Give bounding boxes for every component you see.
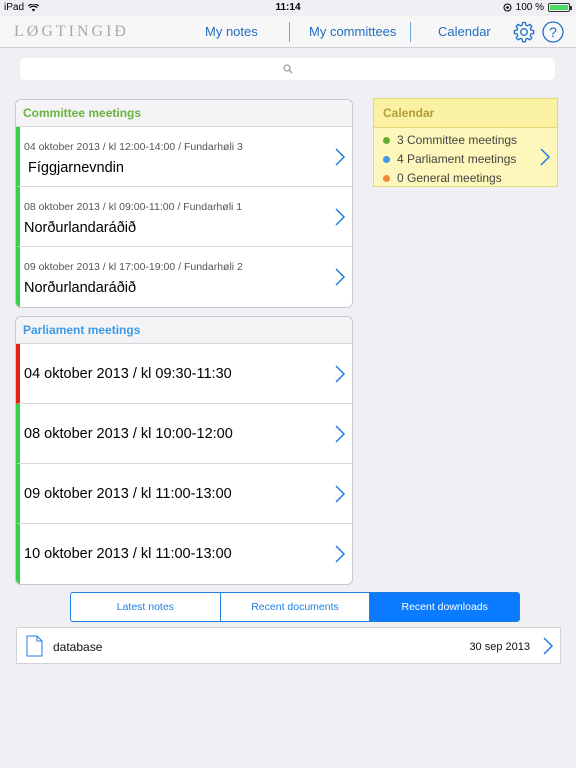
chevron-right-icon <box>335 365 346 383</box>
calendar-parliament-count: 4 Parliament meetings <box>383 152 516 166</box>
download-file-name: database <box>53 640 103 654</box>
green-dot-icon <box>383 136 390 144</box>
chevron-right-icon <box>335 208 346 226</box>
calendar-summary-title: Calendar <box>374 99 557 128</box>
chevron-right-icon <box>335 148 346 166</box>
committee-name: Fíggjarnevndin <box>28 160 124 176</box>
parliament-meeting-time: 08 oktober 2013 / kl 10:00-12:00 <box>24 426 233 442</box>
download-row[interactable]: database 30 sep 2013 <box>16 627 561 664</box>
committee-meeting-row[interactable]: 08 oktober 2013 / kl 09:00-11:00 / Funda… <box>16 187 352 247</box>
committee-name: Norðurlandaráðið <box>24 220 137 236</box>
meeting-meta: 08 oktober 2013 / kl 09:00-11:00 / Funda… <box>24 201 243 213</box>
committee-name: Norðurlandaráðið <box>24 280 137 296</box>
chevron-right-icon <box>335 268 346 286</box>
recent-segmented-control: Latest notes Recent documents Recent dow… <box>70 592 520 622</box>
calendar-line-text: 4 Parliament meetings <box>397 152 517 166</box>
chevron-right-icon <box>335 425 346 443</box>
search-input[interactable] <box>20 58 555 80</box>
download-date: 30 sep 2013 <box>469 641 530 653</box>
chevron-right-icon <box>335 545 346 563</box>
parliament-meeting-time: 04 oktober 2013 / kl 09:30-11:30 <box>24 366 232 382</box>
calendar-general-count: 0 General meetings <box>383 171 502 185</box>
parliament-meetings-panel: Parliament meetings 04 oktober 2013 / kl… <box>15 316 353 585</box>
my-committees-link[interactable]: My committees <box>309 24 396 39</box>
document-icon <box>26 635 43 657</box>
clock: 11:14 <box>275 2 301 13</box>
status-bar: iPad 11:14 100 % <box>0 0 576 16</box>
nav-divider <box>289 22 290 42</box>
meeting-meta: 04 oktober 2013 / kl 12:00-14:00 / Funda… <box>24 141 243 153</box>
calendar-summary-panel[interactable]: Calendar 3 Committee meetings 4 Parliame… <box>373 98 558 187</box>
committee-meetings-title: Committee meetings <box>16 100 352 127</box>
chevron-right-icon <box>335 485 346 503</box>
battery-icon <box>548 3 572 12</box>
search-icon <box>282 64 292 74</box>
parliament-meeting-row[interactable]: 09 oktober 2013 / kl 11:00-13:00 <box>16 464 352 524</box>
committee-meeting-row[interactable]: 04 oktober 2013 / kl 12:00-14:00 / Funda… <box>16 127 352 187</box>
parliament-meeting-row[interactable]: 04 oktober 2013 / kl 09:30-11:30 <box>16 344 352 404</box>
parliament-meeting-time: 09 oktober 2013 / kl 11:00-13:00 <box>24 486 232 502</box>
orange-dot-icon <box>383 174 390 182</box>
committee-meetings-panel: Committee meetings 04 oktober 2013 / kl … <box>15 99 353 308</box>
location-icon <box>503 3 512 12</box>
calendar-line-text: 3 Committee meetings <box>397 133 518 147</box>
parliament-meeting-row[interactable]: 10 oktober 2013 / kl 11:00-13:00 <box>16 524 352 584</box>
chevron-right-icon <box>543 637 554 655</box>
calendar-line-text: 0 General meetings <box>397 171 502 185</box>
nav-bar: LØGTINGIÐ My notes My committees Calenda… <box>0 16 576 48</box>
tab-latest-notes[interactable]: Latest notes <box>71 593 221 621</box>
gear-icon[interactable] <box>512 20 536 44</box>
committee-meeting-row[interactable]: 09 oktober 2013 / kl 17:00-19:00 / Funda… <box>16 247 352 307</box>
meeting-meta: 09 oktober 2013 / kl 17:00-19:00 / Funda… <box>24 261 243 273</box>
my-notes-link[interactable]: My notes <box>205 24 258 39</box>
app-logo: LØGTINGIÐ <box>14 23 129 40</box>
tab-recent-downloads[interactable]: Recent downloads <box>370 593 519 621</box>
help-icon[interactable]: ? <box>541 20 565 44</box>
battery-percent: 100 % <box>515 2 544 13</box>
tab-recent-documents[interactable]: Recent documents <box>221 593 371 621</box>
calendar-link[interactable]: Calendar <box>438 24 491 39</box>
parliament-meeting-row[interactable]: 08 oktober 2013 / kl 10:00-12:00 <box>16 404 352 464</box>
svg-text:?: ? <box>549 24 557 40</box>
blue-dot-icon <box>383 155 390 163</box>
parliament-meeting-time: 10 oktober 2013 / kl 11:00-13:00 <box>24 546 232 562</box>
nav-divider <box>410 22 411 42</box>
calendar-committee-count: 3 Committee meetings <box>383 133 517 147</box>
chevron-right-icon <box>540 148 551 166</box>
parliament-meetings-title: Parliament meetings <box>16 317 352 344</box>
